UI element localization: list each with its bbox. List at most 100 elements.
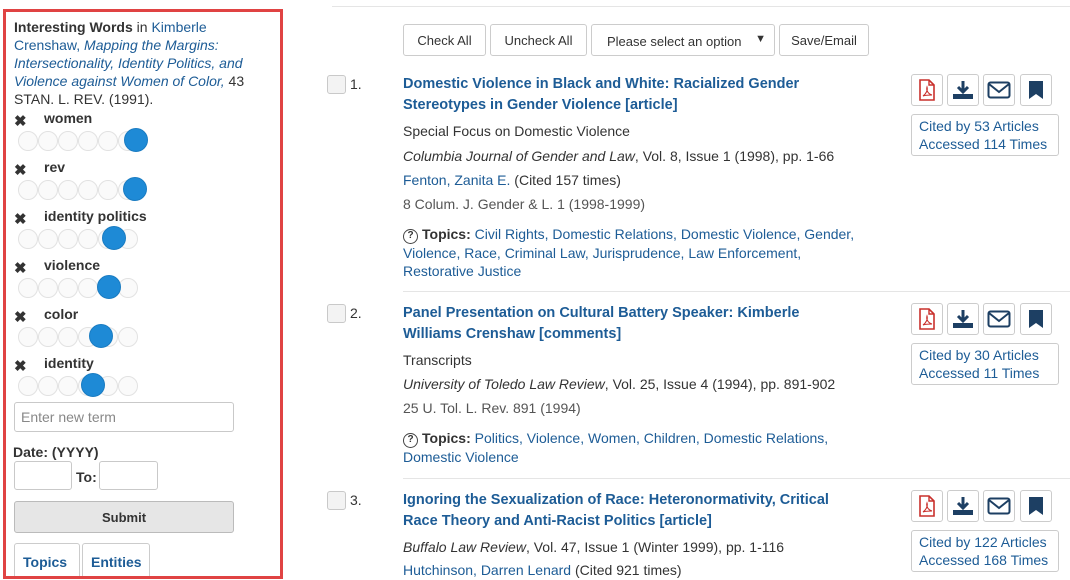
download-button[interactable] — [947, 74, 979, 106]
year-from-input[interactable] — [14, 461, 72, 490]
date-label: Date: (YYYY) — [13, 444, 99, 460]
result-citation: 25 U. Tol. L. Rev. 891 (1994) — [403, 400, 581, 416]
check-all-button[interactable]: Check All — [403, 24, 486, 56]
panel-header: Interesting Words in Kimberle Crenshaw, … — [14, 18, 272, 108]
result-title-link[interactable]: Panel Presentation on Cultural Battery S… — [403, 303, 833, 345]
result-title-link[interactable]: Domestic Violence in Black and White: Ra… — [403, 74, 833, 116]
cited-by-link[interactable]: Cited by 122 Articles — [919, 533, 1058, 551]
term-label: color — [44, 306, 79, 322]
uncheck-all-button[interactable]: Uncheck All — [490, 24, 587, 56]
result-journal: Columbia Journal of Gender and Law, Vol.… — [403, 148, 834, 164]
download-button[interactable] — [947, 303, 979, 335]
tab-entities[interactable]: Entities — [82, 543, 150, 576]
result-author: Hutchinson, Darren Lenard (Cited 921 tim… — [403, 562, 682, 578]
submit-button[interactable]: Submit — [14, 501, 234, 533]
slider-knob[interactable] — [81, 373, 105, 397]
question-icon[interactable]: ? — [403, 433, 418, 448]
close-icon[interactable]: ✖ — [14, 210, 27, 228]
email-button[interactable] — [983, 303, 1015, 335]
term-item: ✖ identity — [14, 353, 274, 402]
slider-step — [118, 327, 138, 347]
author-link[interactable]: Hutchinson, Darren Lenard — [403, 562, 571, 578]
tab-topics[interactable]: Topics — [14, 543, 80, 576]
bookmark-button[interactable] — [1020, 74, 1052, 106]
term-item: ✖ color — [14, 304, 274, 353]
new-term-input[interactable] — [14, 402, 234, 432]
term-weight-slider[interactable] — [18, 373, 153, 397]
term-weight-slider[interactable] — [18, 226, 153, 250]
term-item: ✖ rev — [14, 157, 274, 206]
bookmark-button[interactable] — [1020, 490, 1052, 522]
year-to-input[interactable] — [99, 461, 158, 490]
journal-details: , Vol. 25, Issue 4 (1994), pp. 891-902 — [604, 376, 836, 392]
term-weight-slider[interactable] — [18, 324, 153, 348]
email-button[interactable] — [983, 74, 1015, 106]
slider-knob[interactable] — [89, 324, 113, 348]
close-icon[interactable]: ✖ — [14, 308, 27, 326]
result-checkbox[interactable] — [327, 491, 346, 510]
download-button[interactable] — [947, 490, 979, 522]
slider-step — [98, 131, 118, 151]
cited-by-link[interactable]: Cited by 30 Articles — [919, 346, 1058, 364]
slider-step — [38, 229, 58, 249]
slider-knob[interactable] — [123, 177, 147, 201]
slider-step — [78, 131, 98, 151]
result-checkbox[interactable] — [327, 304, 346, 323]
slider-step — [18, 131, 38, 151]
pdf-button[interactable] — [911, 490, 943, 522]
pdf-button[interactable] — [911, 74, 943, 106]
journal-name: University of Toledo Law Review — [403, 376, 605, 392]
slider-step — [58, 327, 78, 347]
slider-step — [58, 131, 78, 151]
slider-step — [18, 327, 38, 347]
top-divider — [332, 6, 1070, 7]
slider-step — [18, 278, 38, 298]
term-label: identity politics — [44, 208, 147, 224]
pdf-button[interactable] — [911, 303, 943, 335]
close-icon[interactable]: ✖ — [14, 259, 27, 277]
topics-label: Topics: — [422, 430, 471, 446]
close-icon[interactable]: ✖ — [14, 112, 27, 130]
result-title-link[interactable]: Ignoring the Sexualization of Race: Hete… — [403, 490, 833, 532]
topics-label: Topics: — [422, 226, 471, 242]
slider-step — [98, 180, 118, 200]
interesting-words-panel: Interesting Words in Kimberle Crenshaw, … — [3, 9, 283, 579]
slider-step — [58, 376, 78, 396]
slider-step — [78, 180, 98, 200]
author-cited-count: (Cited 921 times) — [571, 562, 682, 578]
term-weight-slider[interactable] — [18, 177, 153, 201]
close-icon[interactable]: ✖ — [14, 357, 27, 375]
bulk-action-selected: Please select an option — [607, 34, 742, 49]
term-weight-slider[interactable] — [18, 128, 153, 152]
result-topics: ? Topics: Civil Rights, Domestic Relation… — [403, 225, 873, 280]
journal-details: , Vol. 8, Issue 1 (1998), pp. 1-66 — [634, 148, 835, 164]
result-number: 1. — [350, 76, 362, 92]
result-citation: 8 Colum. J. Gender & L. 1 (1998-1999) — [403, 196, 646, 212]
topics-list[interactable]: Civil Rights, Domestic Relations, Domest… — [403, 226, 854, 279]
bulk-action-select[interactable]: Please select an option ▼ — [591, 24, 775, 56]
email-icon — [987, 81, 1011, 99]
term-weight-slider[interactable] — [18, 275, 153, 299]
result-number: 3. — [350, 492, 362, 508]
email-button[interactable] — [983, 490, 1015, 522]
slider-knob[interactable] — [124, 128, 148, 152]
save-email-button[interactable]: Save/Email — [779, 24, 869, 56]
question-icon[interactable]: ? — [403, 229, 418, 244]
result-subtitle: Special Focus on Domestic Violence — [403, 123, 630, 139]
slider-step — [38, 376, 58, 396]
slider-step — [118, 278, 138, 298]
author-link[interactable]: Fenton, Zanita E. — [403, 172, 510, 188]
cited-by-link[interactable]: Cited by 53 Articles — [919, 117, 1058, 135]
metrics-box: Cited by 53 Articles Accessed 114 Times — [911, 114, 1059, 156]
term-label: rev — [44, 159, 66, 175]
slider-step — [38, 131, 58, 151]
slider-knob[interactable] — [102, 226, 126, 250]
term-item: ✖ violence — [14, 255, 274, 304]
email-icon — [987, 497, 1011, 515]
term-label: violence — [44, 257, 101, 273]
bookmark-button[interactable] — [1020, 303, 1052, 335]
accessed-count: Accessed 168 Times — [919, 552, 1049, 568]
slider-knob[interactable] — [97, 275, 121, 299]
result-checkbox[interactable] — [327, 75, 346, 94]
close-icon[interactable]: ✖ — [14, 161, 27, 179]
